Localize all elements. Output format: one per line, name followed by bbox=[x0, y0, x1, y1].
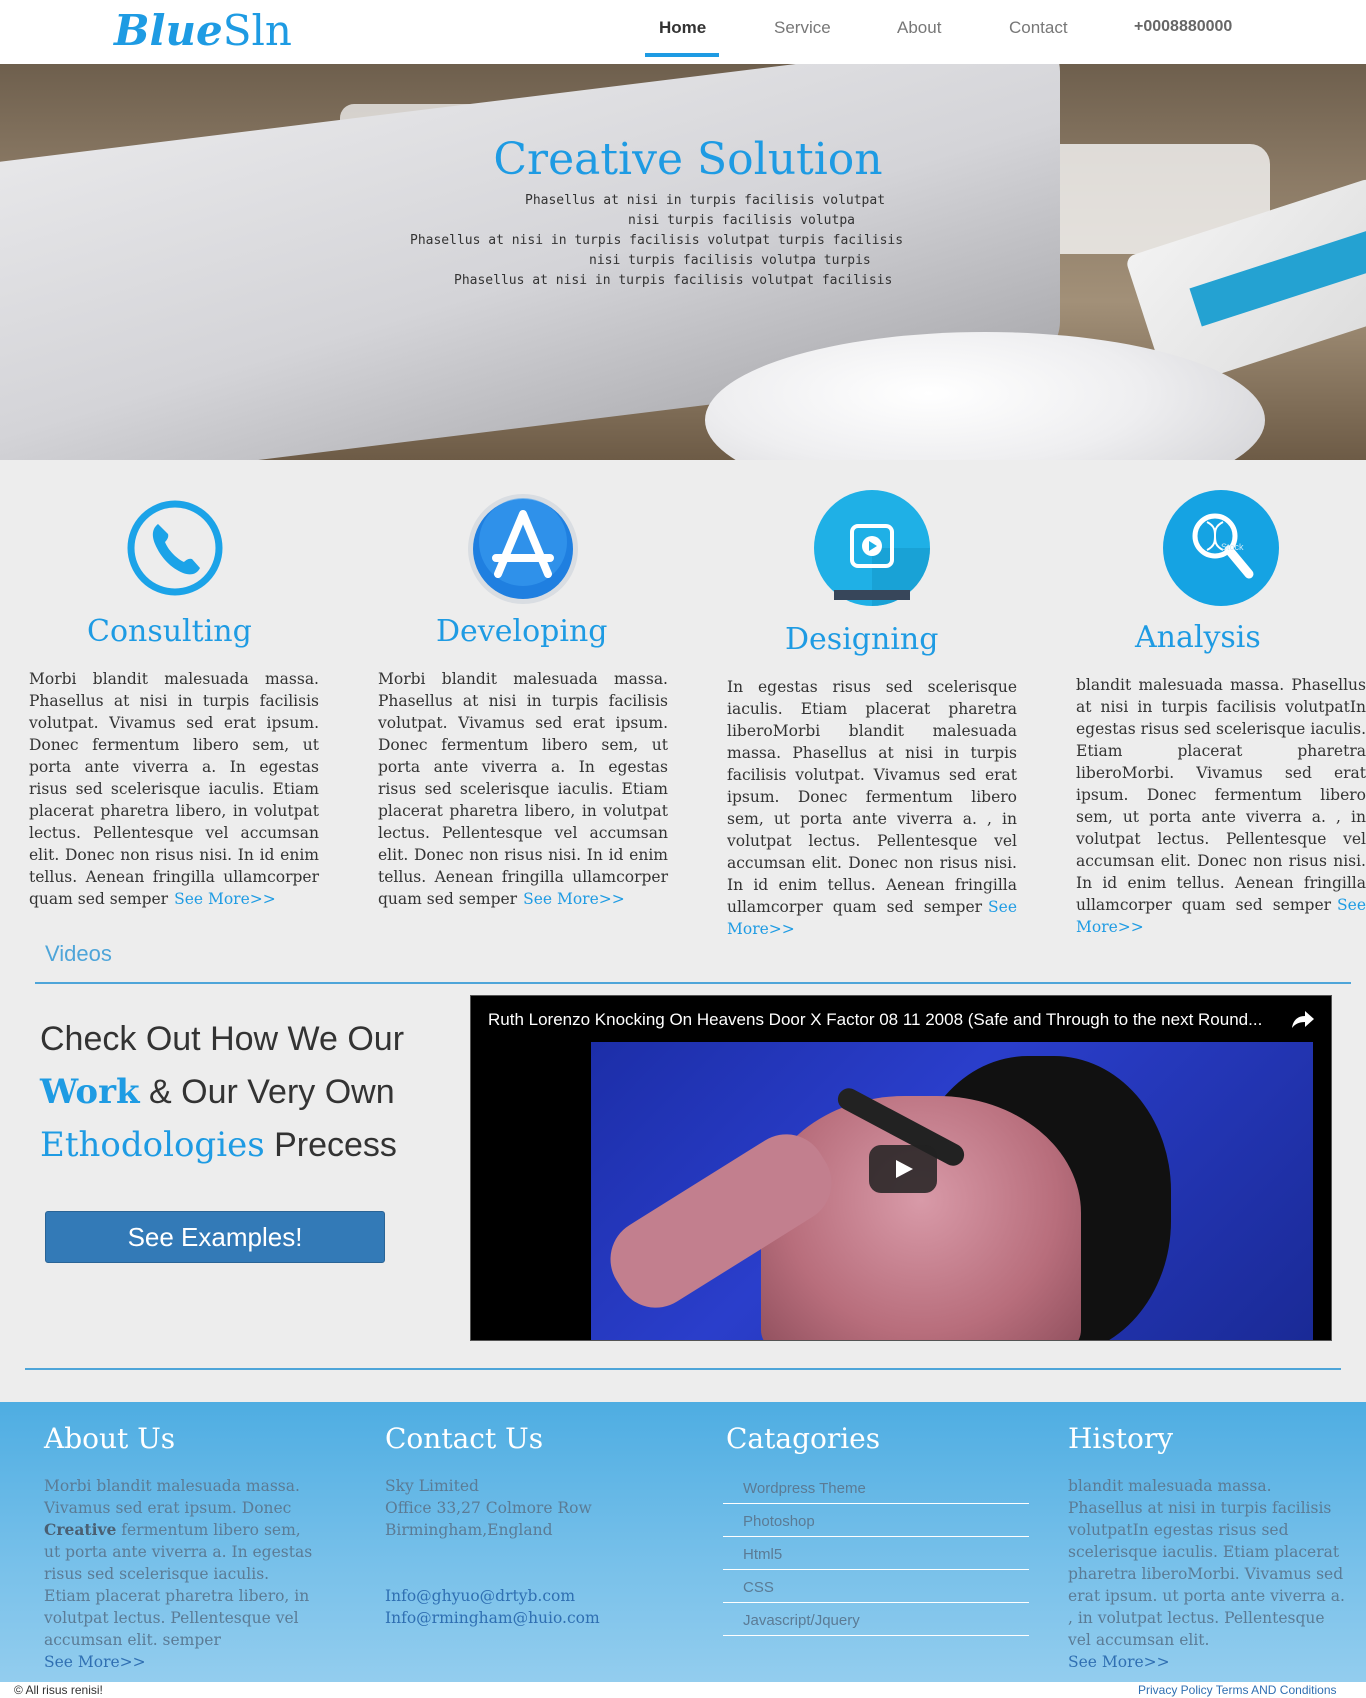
footer-contact-title: Contact Us bbox=[385, 1422, 544, 1455]
icon-watermark-text: Stock bbox=[1221, 542, 1244, 552]
footer-about-see-more[interactable]: See More>> bbox=[44, 1653, 146, 1671]
nav-about-link[interactable]: About bbox=[897, 18, 941, 38]
video-title[interactable]: Ruth Lorenzo Knocking On Heavens Door X … bbox=[488, 1010, 1262, 1030]
hero-text-line: Phasellus at nisi in turpis facilisis vo… bbox=[410, 233, 904, 248]
active-nav-underline bbox=[645, 53, 719, 57]
feature-body: In egestas risus sed scelerisque iaculis… bbox=[727, 678, 1017, 916]
privacy-terms-link[interactable]: Privacy Policy Terms AND Conditions bbox=[1138, 1683, 1337, 1697]
hero-title: Creative Solution bbox=[493, 134, 883, 185]
footer-history-see-more[interactable]: See More>> bbox=[1068, 1653, 1170, 1671]
feature-title: Consulting bbox=[87, 614, 252, 649]
embedded-video-player[interactable]: Ruth Lorenzo Knocking On Heavens Door X … bbox=[470, 995, 1332, 1341]
contact-email-2[interactable]: Info@rmingham@huio.com bbox=[385, 1607, 685, 1629]
see-more-link[interactable]: See More>> bbox=[174, 890, 276, 908]
pitch-line-2-rest: & Our Very Own bbox=[139, 1073, 395, 1111]
video-play-icon bbox=[814, 490, 930, 606]
footer-about-bold: Creative bbox=[44, 1520, 117, 1539]
category-item[interactable]: Wordpress Theme bbox=[723, 1471, 1029, 1504]
pitch-line-1: Check Out How We Our bbox=[40, 1020, 405, 1058]
magnifier-dna-icon: Stock bbox=[1163, 490, 1279, 606]
nav-service-link[interactable]: Service bbox=[774, 18, 831, 38]
footer-contact-block: Sky Limited Office 33,27 Colmore Row Bir… bbox=[385, 1475, 685, 1541]
logo-bold-text: Blue bbox=[114, 6, 223, 55]
feature-text: Morbi blandit malesuada massa. Phasellus… bbox=[29, 668, 319, 910]
hero-text-line: nisi turpis facilisis volutpa turpis bbox=[589, 253, 871, 268]
top-navbar: BlueSln Home Service About Contact +0008… bbox=[0, 0, 1366, 64]
feature-text: Morbi blandit malesuada massa. Phasellus… bbox=[378, 668, 668, 910]
share-icon[interactable] bbox=[1291, 1008, 1315, 1030]
app-store-icon bbox=[466, 492, 580, 606]
pitch-line-3: Ethodologies Precess bbox=[40, 1119, 404, 1172]
contact-address-line-1: Office 33,27 Colmore Row bbox=[385, 1499, 592, 1517]
see-more-link[interactable]: See More>> bbox=[523, 890, 625, 908]
section-divider bbox=[35, 982, 1351, 984]
section-divider bbox=[25, 1368, 1341, 1370]
category-item[interactable]: Photoshop bbox=[723, 1504, 1029, 1537]
footer-categories-title: Catagories bbox=[726, 1422, 881, 1455]
feature-body: Morbi blandit malesuada massa. Phasellus… bbox=[29, 670, 319, 908]
see-examples-button[interactable]: See Examples! bbox=[45, 1211, 385, 1263]
footer-history-text: blandit malesuada massa. Phasellus at ni… bbox=[1068, 1475, 1350, 1673]
videos-section-label: Videos bbox=[45, 941, 112, 966]
feature-text: blandit malesuada massa. Phasellus at ni… bbox=[1076, 674, 1366, 938]
footer-about-title: About Us bbox=[44, 1422, 176, 1455]
feature-title: Analysis bbox=[1135, 620, 1261, 655]
contact-email-1[interactable]: Info@ghyuo@drtyb.com bbox=[385, 1585, 685, 1607]
feature-body: blandit malesuada massa. Phasellus at ni… bbox=[1076, 676, 1366, 914]
footer-history-body: blandit malesuada massa. Phasellus at ni… bbox=[1068, 1477, 1345, 1649]
feature-body: Morbi blandit malesuada massa. Phasellus… bbox=[378, 670, 668, 908]
brand-logo[interactable]: BlueSln bbox=[114, 6, 292, 55]
feature-title: Developing bbox=[436, 614, 608, 649]
phone-icon bbox=[125, 498, 225, 598]
footer-about-body-b: fermentum libero sem, ut porta ante vive… bbox=[44, 1521, 313, 1649]
hero-banner: Creative Solution Phasellus at nisi in t… bbox=[0, 64, 1366, 460]
footer-contact-emails: Info@ghyuo@drtyb.com Info@rmingham@huio.… bbox=[385, 1585, 685, 1629]
footer-about-body-a: Morbi blandit malesuada massa. Vivamus s… bbox=[44, 1477, 300, 1517]
pitch-line-3-rest: Precess bbox=[264, 1126, 397, 1164]
hero-text-line: nisi turpis facilisis volutpa bbox=[628, 213, 855, 228]
site-footer: About Us Morbi blandit malesuada massa. … bbox=[0, 1402, 1366, 1682]
pitch-line-2: Work & Our Very Own bbox=[40, 1066, 404, 1119]
nav-phone-number[interactable]: +0008880000 bbox=[1134, 18, 1232, 36]
contact-company: Sky Limited bbox=[385, 1477, 479, 1495]
nav-contact-link[interactable]: Contact bbox=[1009, 18, 1068, 38]
category-item[interactable]: CSS bbox=[723, 1570, 1029, 1603]
copyright-text: © All risus renisi! bbox=[14, 1683, 103, 1697]
pitch-ethodologies-word: Ethodologies bbox=[40, 1125, 265, 1165]
hero-text-line: Phasellus at nisi in turpis facilisis vo… bbox=[454, 273, 893, 288]
category-item[interactable]: Html5 bbox=[723, 1537, 1029, 1570]
nav-home-link[interactable]: Home bbox=[659, 18, 706, 38]
footer-history-title: History bbox=[1068, 1422, 1174, 1455]
pitch-work-word: Work bbox=[40, 1072, 140, 1112]
video-pitch-text: Check Out How We Our Work & Our Very Own… bbox=[40, 1013, 404, 1172]
contact-address-line-2: Birmingham,England bbox=[385, 1521, 553, 1539]
feature-text: In egestas risus sed scelerisque iaculis… bbox=[727, 676, 1017, 940]
footer-about-text: Morbi blandit malesuada massa. Vivamus s… bbox=[44, 1475, 314, 1673]
play-button-icon[interactable] bbox=[869, 1145, 937, 1193]
feature-title: Designing bbox=[785, 622, 939, 657]
logo-rest-text: Sln bbox=[222, 6, 292, 55]
category-item[interactable]: Javascript/Jquery bbox=[723, 1603, 1029, 1636]
hero-text-line: Phasellus at nisi in turpis facilisis vo… bbox=[525, 193, 886, 208]
